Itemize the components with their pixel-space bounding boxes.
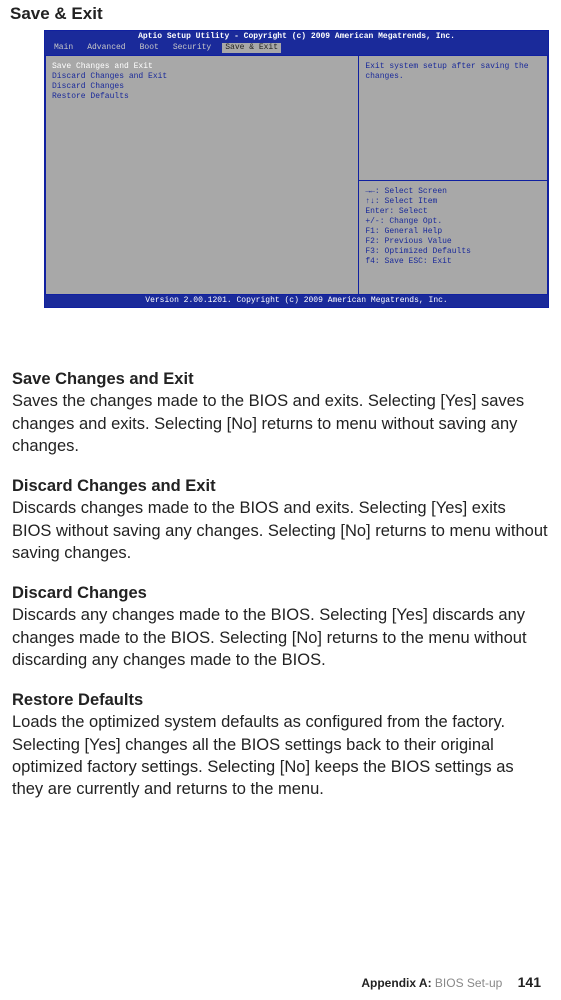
bios-tab-security[interactable]: Security: [170, 43, 214, 53]
footer-appendix-label: Appendix A:: [361, 976, 431, 990]
bios-key-help: →←: Select Screen ↑↓: Select Item Enter:…: [359, 181, 547, 294]
bios-titlebar: Aptio Setup Utility - Copyright (c) 2009…: [45, 31, 548, 43]
section-body: Loads the optimized system defaults as c…: [12, 711, 549, 800]
section-body: Discards any changes made to the BIOS. S…: [12, 604, 549, 671]
keyhelp-line: F2: Previous Value: [365, 237, 541, 247]
bios-tab-main[interactable]: Main: [51, 43, 76, 53]
bios-tab-advanced[interactable]: Advanced: [84, 43, 128, 53]
bios-help-text: Exit system setup after saving the chang…: [359, 56, 547, 181]
section-body: Saves the changes made to the BIOS and e…: [12, 390, 549, 457]
bios-menu-item-save-exit[interactable]: Save Changes and Exit: [52, 62, 352, 72]
keyhelp-line: F1: General Help: [365, 227, 541, 237]
keyhelp-line: →←: Select Screen: [365, 187, 541, 197]
keyhelp-line: F3: Optimized Defaults: [365, 247, 541, 257]
keyhelp-line: Enter: Select: [365, 207, 541, 217]
bios-tab-boot[interactable]: Boot: [137, 43, 162, 53]
page-title: Save & Exit: [10, 4, 561, 24]
section-heading: Save Changes and Exit: [12, 368, 549, 390]
footer-page-number: 141: [518, 974, 541, 990]
bios-screenshot: Aptio Setup Utility - Copyright (c) 2009…: [44, 30, 549, 308]
keyhelp-line: ↑↓: Select Item: [365, 197, 541, 207]
bios-bottombar: Version 2.00.1201. Copyright (c) 2009 Am…: [45, 295, 548, 307]
bios-tabs: Main Advanced Boot Security Save & Exit: [45, 43, 548, 55]
section-body: Discards changes made to the BIOS and ex…: [12, 497, 549, 564]
keyhelp-line: f4: Save ESC: Exit: [365, 257, 541, 267]
bios-menu-item-restore-defaults[interactable]: Restore Defaults: [52, 92, 352, 102]
footer-appendix-title: BIOS Set-up: [435, 976, 502, 990]
bios-menu-item-discard[interactable]: Discard Changes: [52, 82, 352, 92]
section-heading: Discard Changes and Exit: [12, 475, 549, 497]
bios-tab-save-exit[interactable]: Save & Exit: [222, 43, 281, 53]
content: Save Changes and Exit Saves the changes …: [12, 368, 549, 801]
bios-menu-item-discard-exit[interactable]: Discard Changes and Exit: [52, 72, 352, 82]
section-heading: Discard Changes: [12, 582, 549, 604]
bios-menu: Save Changes and Exit Discard Changes an…: [46, 56, 359, 294]
keyhelp-line: +/-: Change Opt.: [365, 217, 541, 227]
bios-body: Save Changes and Exit Discard Changes an…: [45, 55, 548, 295]
section-heading: Restore Defaults: [12, 689, 549, 711]
bios-right-panel: Exit system setup after saving the chang…: [359, 56, 547, 294]
page-footer: Appendix A: BIOS Set-up 141: [361, 974, 541, 990]
